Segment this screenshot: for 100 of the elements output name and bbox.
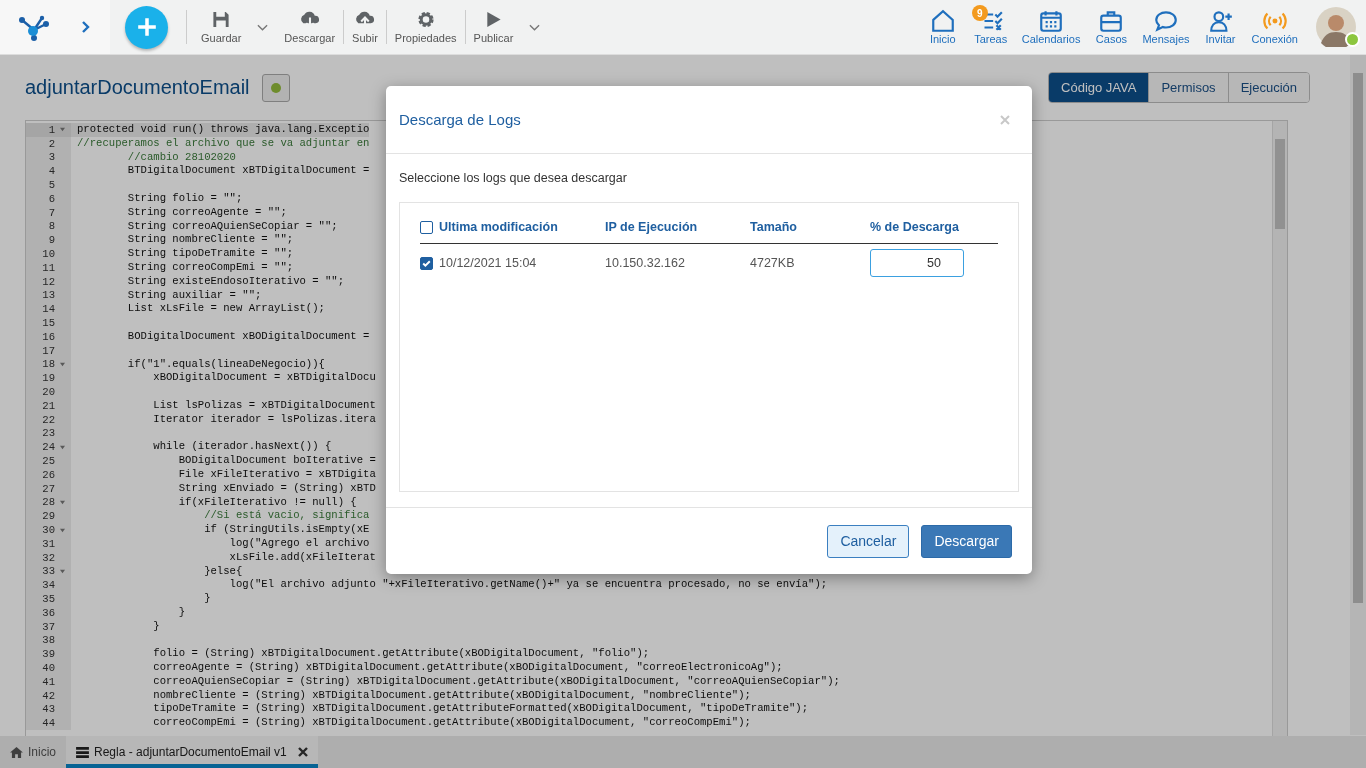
- code-line: String nombreCliente = "";: [126, 233, 294, 248]
- messages-nav-button[interactable]: Mensajes: [1138, 9, 1194, 45]
- code-line: }: [177, 605, 186, 620]
- code-line: }: [152, 619, 160, 634]
- code-line: Iterator iterador = lsPolizas.itera: [152, 412, 376, 427]
- house-icon: [10, 746, 23, 758]
- cases-nav-button[interactable]: Casos: [1090, 9, 1133, 45]
- line-number: 2: [48, 137, 55, 150]
- column-header[interactable]: % de Descarga: [870, 220, 959, 234]
- save-button[interactable]: Guardar: [186, 10, 250, 44]
- line-number: 38: [42, 634, 55, 647]
- chevron-right-icon[interactable]: [80, 20, 90, 34]
- line-number: 26: [42, 468, 55, 481]
- line-number: 39: [42, 648, 55, 661]
- fold-arrow-icon[interactable]: [59, 127, 66, 133]
- code-line: //Si está vacio, significa: [203, 509, 370, 524]
- fold-arrow-icon[interactable]: [59, 527, 66, 533]
- fold-arrow-icon[interactable]: [59, 444, 66, 450]
- line-number: 12: [42, 275, 55, 288]
- code-line: nombreCliente = (String) xBTDigitalDocument.getAttribute(xBODigitalDocument, "nombreCliente");: [152, 688, 751, 703]
- line-number: 41: [42, 675, 55, 688]
- house-icon: [929, 9, 956, 33]
- select-all-checkbox[interactable]: [420, 220, 433, 234]
- code-line: folio = (String) xBTDigitalDocument.getAttribute(xBODigitalDocument, "folio");: [152, 647, 650, 662]
- code-line: List lsPolizas = xBTDigitalDocument: [152, 398, 376, 413]
- page-scrollbar[interactable]: [1350, 55, 1366, 735]
- line-number: 28: [42, 496, 55, 509]
- percent-input-field[interactable]: 50: [870, 249, 964, 277]
- line-number: 24: [42, 441, 55, 454]
- connection-nav-button[interactable]: Conexión: [1247, 9, 1302, 45]
- code-line: BTDigitalDocument xBTDigitalDocument =: [126, 164, 370, 179]
- code-line: correoAgente = (String) xBTDigitalDocument.getAttribute(xBODigitalDocument, "correoElectronicoAg");: [152, 661, 783, 675]
- code-line: if(xFileIterativo != null) {: [177, 495, 357, 510]
- line-number: 15: [42, 317, 55, 330]
- close-tab-icon[interactable]: [297, 747, 308, 757]
- line-number: 19: [42, 372, 55, 385]
- tab[interactable]: Ejecución: [1227, 73, 1309, 102]
- column-header[interactable]: IP de Ejecución: [605, 220, 698, 234]
- rule-tab[interactable]: Regla - adjuntarDocumentoEmail v1: [66, 736, 318, 768]
- line-number: 23: [42, 427, 55, 440]
- plus-icon: [135, 16, 158, 38]
- line-number: 33: [42, 565, 55, 578]
- line-number: 22: [42, 413, 55, 426]
- line-number: 3: [48, 151, 55, 164]
- settings-button[interactable]: Propiedades: [385, 10, 465, 44]
- code-line: while (iterador.hasNext()) {: [152, 440, 332, 455]
- gear-icon: [415, 10, 436, 29]
- status-button[interactable]: [261, 73, 290, 102]
- line-number: 35: [42, 593, 55, 605]
- line-number: 31: [42, 537, 55, 550]
- code-line: correoAQuienSeCopiar = (String) xBTDigitalDocument.getAttribute(xBODigitalDocument, "correoAQuienSeCopiar");: [152, 674, 840, 689]
- caret-down-icon: [529, 23, 541, 32]
- line-number: 32: [42, 551, 55, 564]
- line-number: 43: [42, 703, 55, 716]
- calendar-nav-button[interactable]: Calendarios: [1017, 9, 1085, 45]
- publish-button[interactable]: Publicar: [464, 10, 522, 44]
- code-line: List xLsFile = new ArrayList();: [126, 302, 325, 317]
- upload-button[interactable]: Subir: [343, 10, 386, 44]
- home-tab[interactable]: Inicio: [0, 736, 66, 768]
- line-number: 16: [42, 330, 55, 343]
- tab[interactable]: Código JAVA: [1049, 73, 1149, 102]
- code-line: String folio = "";: [126, 192, 243, 206]
- row-checkbox[interactable]: [420, 256, 433, 270]
- add-person-icon: [1207, 9, 1234, 33]
- tab[interactable]: Permisos: [1148, 73, 1228, 102]
- code-line: String existeEndosoIterativo = "";: [126, 274, 344, 289]
- dialog-title: Descarga de Logs: [399, 111, 521, 128]
- table-cell: 10.150.32.162: [605, 256, 685, 270]
- code-line: String correoAgente = "";: [126, 205, 287, 220]
- column-header[interactable]: Tamaño: [750, 220, 797, 234]
- code-line: String tipoDeTramite = "";: [126, 247, 294, 261]
- user-avatar[interactable]: [1316, 7, 1356, 47]
- fold-arrow-icon[interactable]: [59, 361, 66, 367]
- code-line: correoCompEmi = (String) xBTDigitalDocument.getAttribute(xBODigitalDocument, "correoCompEmi");: [152, 716, 751, 731]
- table-cell: 4727KB: [750, 256, 795, 270]
- download-button[interactable]: Descargar: [921, 524, 1012, 558]
- fold-arrow-icon[interactable]: [59, 499, 66, 505]
- code-line: File xFileIterativo = xBTDigita: [177, 467, 376, 482]
- add-button[interactable]: [125, 5, 168, 49]
- line-number: 20: [42, 386, 55, 399]
- line-number: 8: [48, 220, 55, 233]
- home-nav-button[interactable]: Inicio: [921, 9, 964, 45]
- line-number: 13: [42, 289, 55, 302]
- line-number: 18: [42, 358, 55, 371]
- column-header[interactable]: Ultima modificación: [439, 220, 558, 234]
- line-number: 44: [42, 717, 55, 730]
- fold-arrow-icon[interactable]: [59, 568, 66, 574]
- dialog-prompt: Seleccione los logs que desea descargar: [399, 171, 628, 185]
- line-number: 6: [48, 192, 55, 205]
- cancel-button[interactable]: Cancelar: [827, 524, 910, 558]
- editor-scrollbar[interactable]: [1272, 121, 1287, 737]
- line-number: 29: [42, 510, 55, 523]
- caret-down-icon: [257, 23, 269, 32]
- code-line: //cambio 28102020: [126, 150, 236, 165]
- code-line: log("El archivo adjunto "+xFileIterativo.getName()+" ya se encuentra procesado, no se envía");: [228, 578, 828, 593]
- download-button[interactable]: Descargar: [276, 10, 344, 44]
- code-line: BODigitalDocument boIterative =: [177, 454, 376, 468]
- invite-nav-button[interactable]: Invitar: [1199, 9, 1242, 45]
- line-number: 11: [42, 261, 55, 274]
- code-line: if("1".equals(lineaDeNegocio)){: [126, 357, 325, 372]
